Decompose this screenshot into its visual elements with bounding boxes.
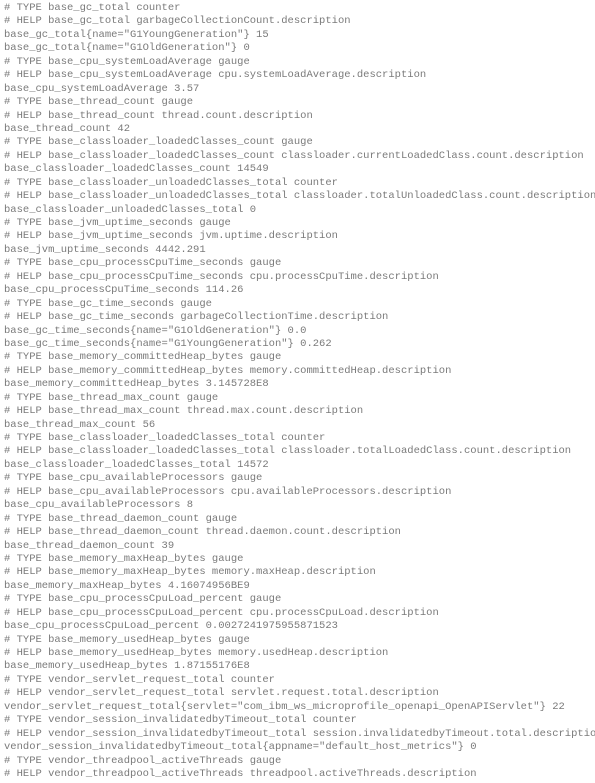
metrics-output: # TYPE base_gc_total counter # HELP base… [4, 2, 591, 781]
